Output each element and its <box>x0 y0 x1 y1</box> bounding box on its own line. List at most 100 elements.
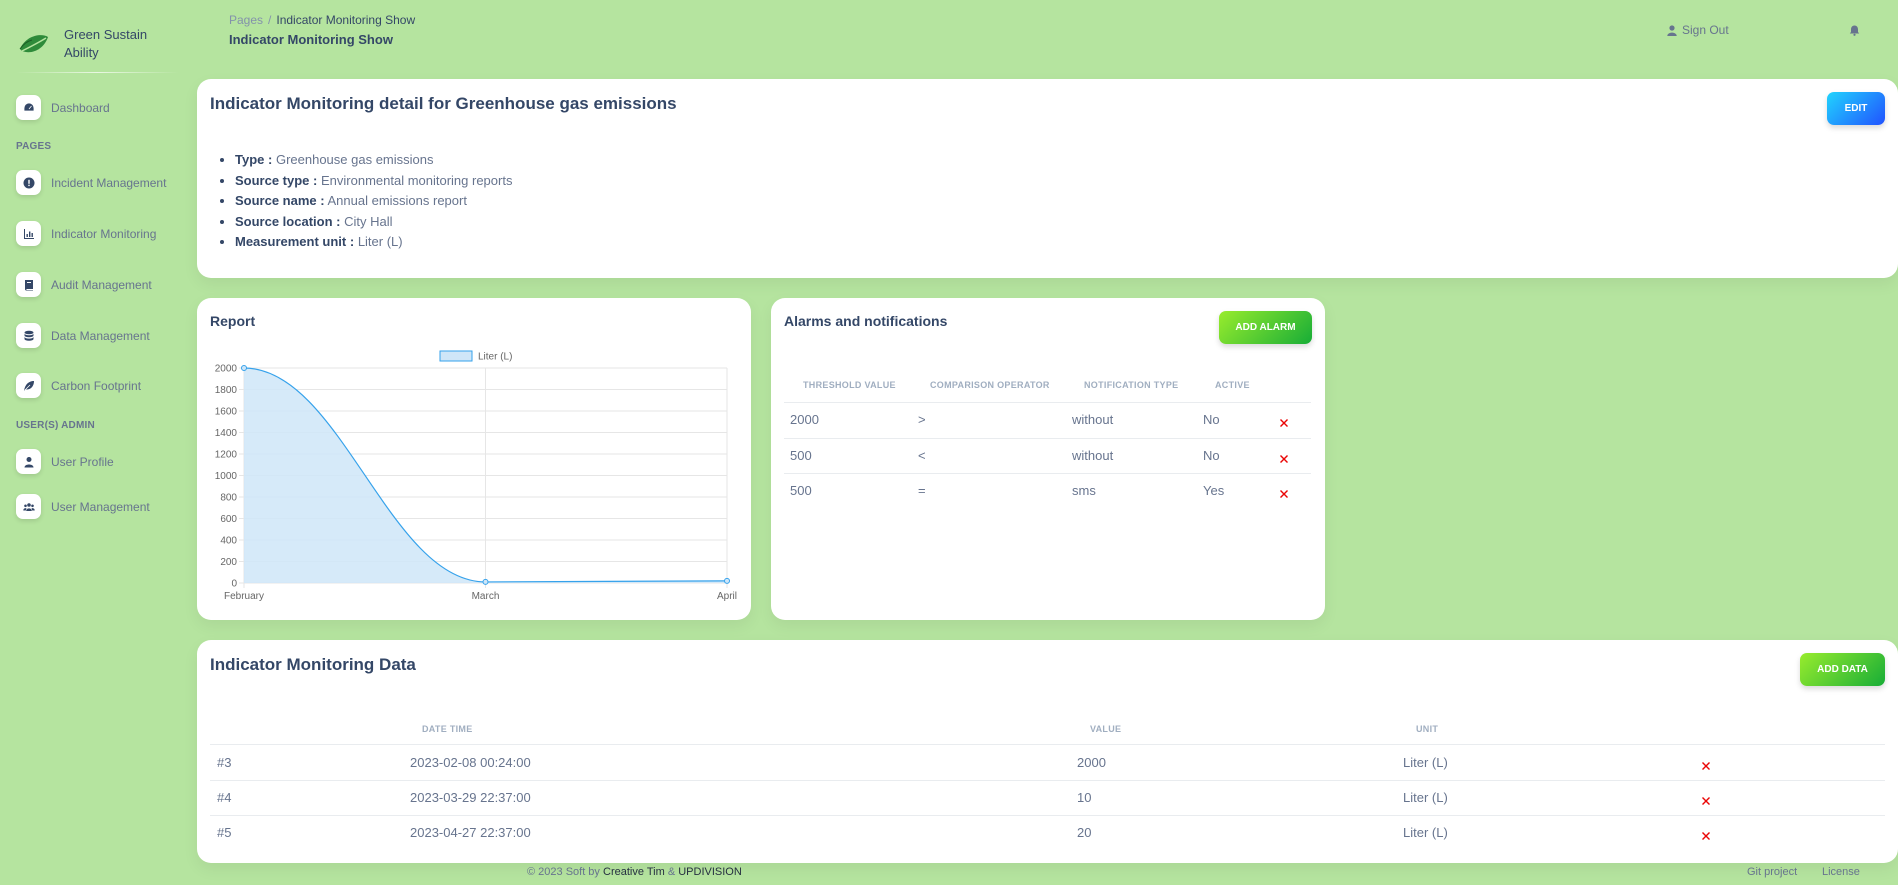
nav-heading-admin: USER(S) ADMIN <box>16 420 95 431</box>
breadcrumb-separator: / <box>268 13 272 27</box>
sidebar-item-label: Incident Management <box>51 175 167 190</box>
sidebar-item-carbon-footprint[interactable]: Carbon Footprint <box>16 373 141 398</box>
data-point[interactable] <box>241 365 247 371</box>
cell-unit: Liter (L) <box>1403 825 1448 840</box>
add-data-button[interactable]: ADD DATA <box>1800 653 1885 686</box>
sidebar-item-label: Audit Management <box>51 277 152 292</box>
row-divider <box>784 473 1311 474</box>
sidebar-item-dashboard[interactable]: Dashboard <box>16 95 110 120</box>
x-tick-label: March <box>472 591 500 602</box>
column-header-date-time: DATE TIME <box>422 724 473 734</box>
cell-operator: > <box>918 412 926 427</box>
footer-copyright: © 2023 Soft by Creative Tim & UPDIVISION <box>527 866 742 878</box>
breadcrumb: Pages / Indicator Monitoring Show <box>229 13 415 27</box>
sign-out-label: Sign Out <box>1682 23 1729 37</box>
edit-button[interactable]: EDIT <box>1827 92 1885 125</box>
y-tick-label: 1600 <box>215 407 238 418</box>
y-tick-label: 0 <box>231 579 237 590</box>
row-divider <box>784 402 1311 403</box>
row-divider <box>210 744 1885 745</box>
column-header-threshold: THRESHOLD VALUE <box>803 380 896 390</box>
sidebar-item-user-management[interactable]: User Management <box>16 494 150 519</box>
leaf-icon <box>16 373 41 398</box>
cell-notification-type: without <box>1072 448 1114 463</box>
dashboard-icon <box>16 95 41 120</box>
footer-author2-link[interactable]: UPDIVISION <box>678 866 742 878</box>
cell-notification-type: sms <box>1072 483 1096 498</box>
footer-amp: & <box>667 866 676 878</box>
row-divider <box>784 438 1311 439</box>
cell-date-time: 2023-03-29 22:37:00 <box>410 790 531 805</box>
report-card: Report 0 200 400 600 800 1000 1200 1400 1600 1800… <box>197 298 751 620</box>
footer-git-link[interactable]: Git project <box>1747 866 1797 878</box>
cell-unit: Liter (L) <box>1403 755 1448 770</box>
detail-item-source-name: Source name : Annual emissions report <box>235 193 512 210</box>
y-tick-label: 400 <box>220 536 237 547</box>
page-title: Indicator Monitoring Show <box>229 32 393 47</box>
legend-swatch[interactable] <box>439 350 473 362</box>
sidebar-item-label: User Management <box>51 499 150 514</box>
notifications-bell-icon[interactable] <box>1849 23 1861 36</box>
footer-author-link[interactable]: Creative Tim <box>603 866 665 878</box>
detail-item-measurement-unit: Measurement unit : Liter (L) <box>235 234 512 251</box>
y-tick-label: 800 <box>220 493 237 504</box>
footer-license-link[interactable]: License <box>1822 866 1860 878</box>
sign-out-link[interactable]: Sign Out <box>1667 23 1729 37</box>
data-point[interactable] <box>482 578 489 585</box>
legend-label[interactable]: Liter (L) <box>478 352 512 363</box>
column-header-unit: UNIT <box>1416 724 1439 734</box>
alert-circle-icon <box>16 170 41 195</box>
cell-operator: < <box>918 448 926 463</box>
sidebar-item-incident-management[interactable]: Incident Management <box>16 170 166 195</box>
column-header-value: VALUE <box>1090 724 1122 734</box>
column-header-notification-type: NOTIFICATION TYPE <box>1084 380 1179 390</box>
y-tick-label: 1800 <box>215 385 238 396</box>
cell-threshold: 500 <box>790 483 812 498</box>
sidebar-item-indicator-monitoring[interactable]: Indicator Monitoring <box>16 221 156 246</box>
y-tick-label: 200 <box>220 557 237 568</box>
user-icon <box>1667 24 1677 36</box>
sidebar-item-data-management[interactable]: Data Management <box>16 323 150 348</box>
breadcrumb-root-link[interactable]: Pages <box>229 13 263 27</box>
sidebar-item-label: User Profile <box>51 454 114 469</box>
cell-threshold: 500 <box>790 448 812 463</box>
leaf-logo-icon <box>19 35 48 53</box>
sidebar-item-user-profile[interactable]: User Profile <box>16 449 114 474</box>
chart-bar-icon <box>16 221 41 246</box>
data-point[interactable] <box>724 577 730 584</box>
cell-id: #3 <box>217 755 232 770</box>
alarms-card: Alarms and notifications ADD ALARM THRES… <box>771 298 1325 620</box>
cell-id: #4 <box>217 790 232 805</box>
cell-active: No <box>1203 448 1220 463</box>
footer-prefix: © 2023 Soft by <box>527 866 600 878</box>
delete-alarm-icon[interactable] <box>1280 414 1288 427</box>
cell-value: 10 <box>1077 790 1092 805</box>
cell-value: 2000 <box>1077 755 1106 770</box>
delete-data-icon[interactable] <box>1702 792 1710 805</box>
sidebar-item-label: Carbon Footprint <box>51 378 142 393</box>
delete-alarm-icon[interactable] <box>1280 450 1288 463</box>
delete-alarm-icon[interactable] <box>1280 485 1288 498</box>
cell-date-time: 2023-04-27 22:37:00 <box>410 825 531 840</box>
users-icon <box>16 494 41 519</box>
nav-heading-pages: PAGES <box>16 141 52 152</box>
alarms-title: Alarms and notifications <box>784 313 948 329</box>
delete-data-icon[interactable] <box>1702 827 1710 840</box>
detail-item-source-location: Source location : City Hall <box>235 214 512 231</box>
data-card: Indicator Monitoring Data ADD DATA DATE … <box>197 640 1898 863</box>
sidebar-item-audit-management[interactable]: Audit Management <box>16 272 152 297</box>
detail-card: Indicator Monitoring detail for Greenhou… <box>197 79 1898 278</box>
column-header-operator: COMPARISON OPERATOR <box>930 380 1050 390</box>
row-divider <box>210 815 1885 816</box>
y-tick-label: 1000 <box>215 471 238 482</box>
y-tick-label: 2000 <box>215 364 238 375</box>
cell-notification-type: without <box>1072 412 1114 427</box>
sidebar-item-label: Data Management <box>51 328 150 343</box>
brand[interactable]: Green Sustain Ability <box>18 26 154 62</box>
detail-title: Indicator Monitoring detail for Greenhou… <box>210 94 677 113</box>
delete-data-icon[interactable] <box>1702 757 1710 770</box>
add-alarm-button[interactable]: ADD ALARM <box>1219 311 1312 344</box>
cell-date-time: 2023-02-08 00:24:00 <box>410 755 531 770</box>
cell-unit: Liter (L) <box>1403 790 1448 805</box>
cell-operator: = <box>918 483 926 498</box>
